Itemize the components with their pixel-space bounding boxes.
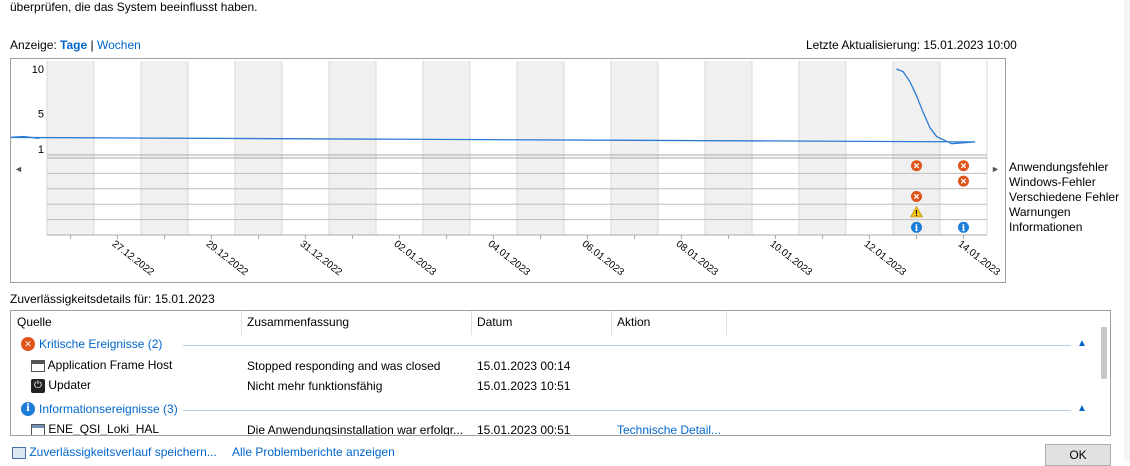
package-icon [31,423,45,435]
date-tick-label: 02.01.2023 [392,239,439,279]
day-column [846,61,893,235]
row-source: ENE_QSI_Loki_HAL [48,422,160,436]
info-glyph: i [962,224,966,234]
day-column [705,61,752,235]
date-tick-label: 06.01.2023 [580,239,627,279]
day-column [94,61,141,235]
day-column [470,61,517,235]
view-separator: | [90,38,94,52]
ok-button[interactable]: OK [1045,444,1111,466]
date-tick-label: 31.12.2022 [298,239,345,279]
day-column [658,61,705,235]
row-date: 15.01.2023 10:51 [477,379,571,393]
warning-glyph: ! [915,209,918,218]
legend-application-errors: Anwendungsfehler [1009,160,1109,174]
row-source: Updater [48,378,92,392]
day-column [47,61,94,235]
reliability-chart[interactable]: 10 5 1! i i 27.12.2022 29.12.2022 31.12.2022 02.… [10,58,1006,283]
column-header-summary[interactable]: Zusammenfassung [247,315,349,329]
day-column [799,61,846,235]
group-divider [183,410,1071,411]
legend-misc-errors: Verschiedene Fehler [1009,190,1120,204]
date-tick-label: 10.01.2023 [768,239,815,279]
date-tick-label: 29.12.2022 [204,239,251,279]
day-column [329,61,376,235]
table-row[interactable]: ENE_QSI_Loki_HAL [31,422,160,436]
day-column [752,61,799,235]
day-column [141,61,188,235]
error-icon: ✕ [21,336,35,351]
date-tick-label: 27.12.2022 [110,239,157,279]
app-window-icon [31,359,45,372]
group-divider [183,345,1071,346]
table-row[interactable]: ⏻ Updater [31,378,91,393]
group-label-critical[interactable]: Kritische Ereignisse (2) [39,337,162,351]
group-label-info[interactable]: Informationsereignisse (3) [39,402,178,416]
date-tick-label: 04.01.2023 [486,239,533,279]
y-tick-label: 10 [32,64,44,76]
row-summary: Die Anwendungsinstallation war erfolgr..… [247,423,464,436]
collapse-info-icon[interactable]: ▲ [1077,403,1087,414]
sort-caret-icon: ⌃ [538,310,547,316]
details-title: Zuverlässigkeitsdetails für: 15.01.2023 [10,292,215,306]
reliability-chart-svg: 10 5 1! i i 27.12.2022 29.12.2022 31.12.2022 02.… [11,61,1003,279]
y-tick-label: 5 [38,108,44,120]
legend-warnings: Warnungen [1009,205,1071,219]
column-separator [241,311,242,335]
day-column [282,61,329,235]
window-edge [1124,0,1130,461]
all-problem-reports-link[interactable]: Alle Problemberichte anzeigen [232,445,395,459]
last-update-text: Letzte Aktualisierung: 15.01.2023 10:00 [806,38,1017,52]
row-date: 15.01.2023 00:51 [477,423,571,436]
day-column [517,61,564,235]
y-tick-label: 1 [38,144,44,156]
column-separator [726,311,727,335]
legend-windows-errors: Windows-Fehler [1009,175,1096,189]
view-label: Anzeige: [10,38,57,52]
save-icon [12,446,26,459]
save-history-link[interactable]: Zuverlässigkeitsverlauf speichern... [12,445,217,459]
view-days-link[interactable]: Tage [60,38,87,52]
day-column [235,61,282,235]
updater-icon: ⏻ [31,378,45,393]
column-header-action[interactable]: Aktion [617,315,650,329]
collapse-critical-icon[interactable]: ▲ [1077,338,1087,349]
scroll-left-arrow-icon[interactable]: ◄ [14,164,23,174]
save-history-label: Zuverlässigkeitsverlauf speichern... [29,445,217,459]
day-column [940,61,987,235]
view-weeks-link[interactable]: Wochen [97,38,141,52]
column-header-source[interactable]: Quelle [17,315,52,329]
table-row[interactable]: Application Frame Host [31,358,172,372]
technical-details-link[interactable]: Technische Detail... [617,423,721,435]
row-summary: Stopped responding and was closed [247,359,441,373]
intro-text: überprüfen, die das System beeinflusst h… [10,0,258,14]
column-header-date[interactable]: Datum [477,315,512,329]
date-tick-label: 14.01.2023 [956,239,1003,279]
info-glyph: i [915,224,919,234]
date-tick-label: 08.01.2023 [674,239,721,279]
details-scrollbar[interactable] [1101,327,1107,379]
day-column [188,61,235,235]
column-separator [471,311,472,335]
info-icon: i [21,401,35,416]
details-table: ⌃ Quelle Zusammenfassung Datum Aktion ✕ … [10,310,1111,436]
row-summary: Nicht mehr funktionsfähig [247,379,383,393]
group-header-critical[interactable]: ✕ [21,336,35,351]
day-column [423,61,470,235]
row-source: Application Frame Host [47,358,173,372]
day-column [611,61,658,235]
day-column [376,61,423,235]
row-date: 15.01.2023 00:14 [477,359,571,373]
column-separator [611,311,612,335]
legend-informations: Informationen [1009,220,1083,234]
view-selector: Anzeige: Tage | Wochen [10,38,141,52]
scroll-right-arrow-icon[interactable]: ► [991,164,1000,174]
day-column [564,61,611,235]
date-tick-label: 12.01.2023 [862,239,909,279]
chart-legend: Anwendungsfehler Windows-Fehler Verschie… [1009,160,1119,235]
group-header-info[interactable]: i [21,401,35,416]
